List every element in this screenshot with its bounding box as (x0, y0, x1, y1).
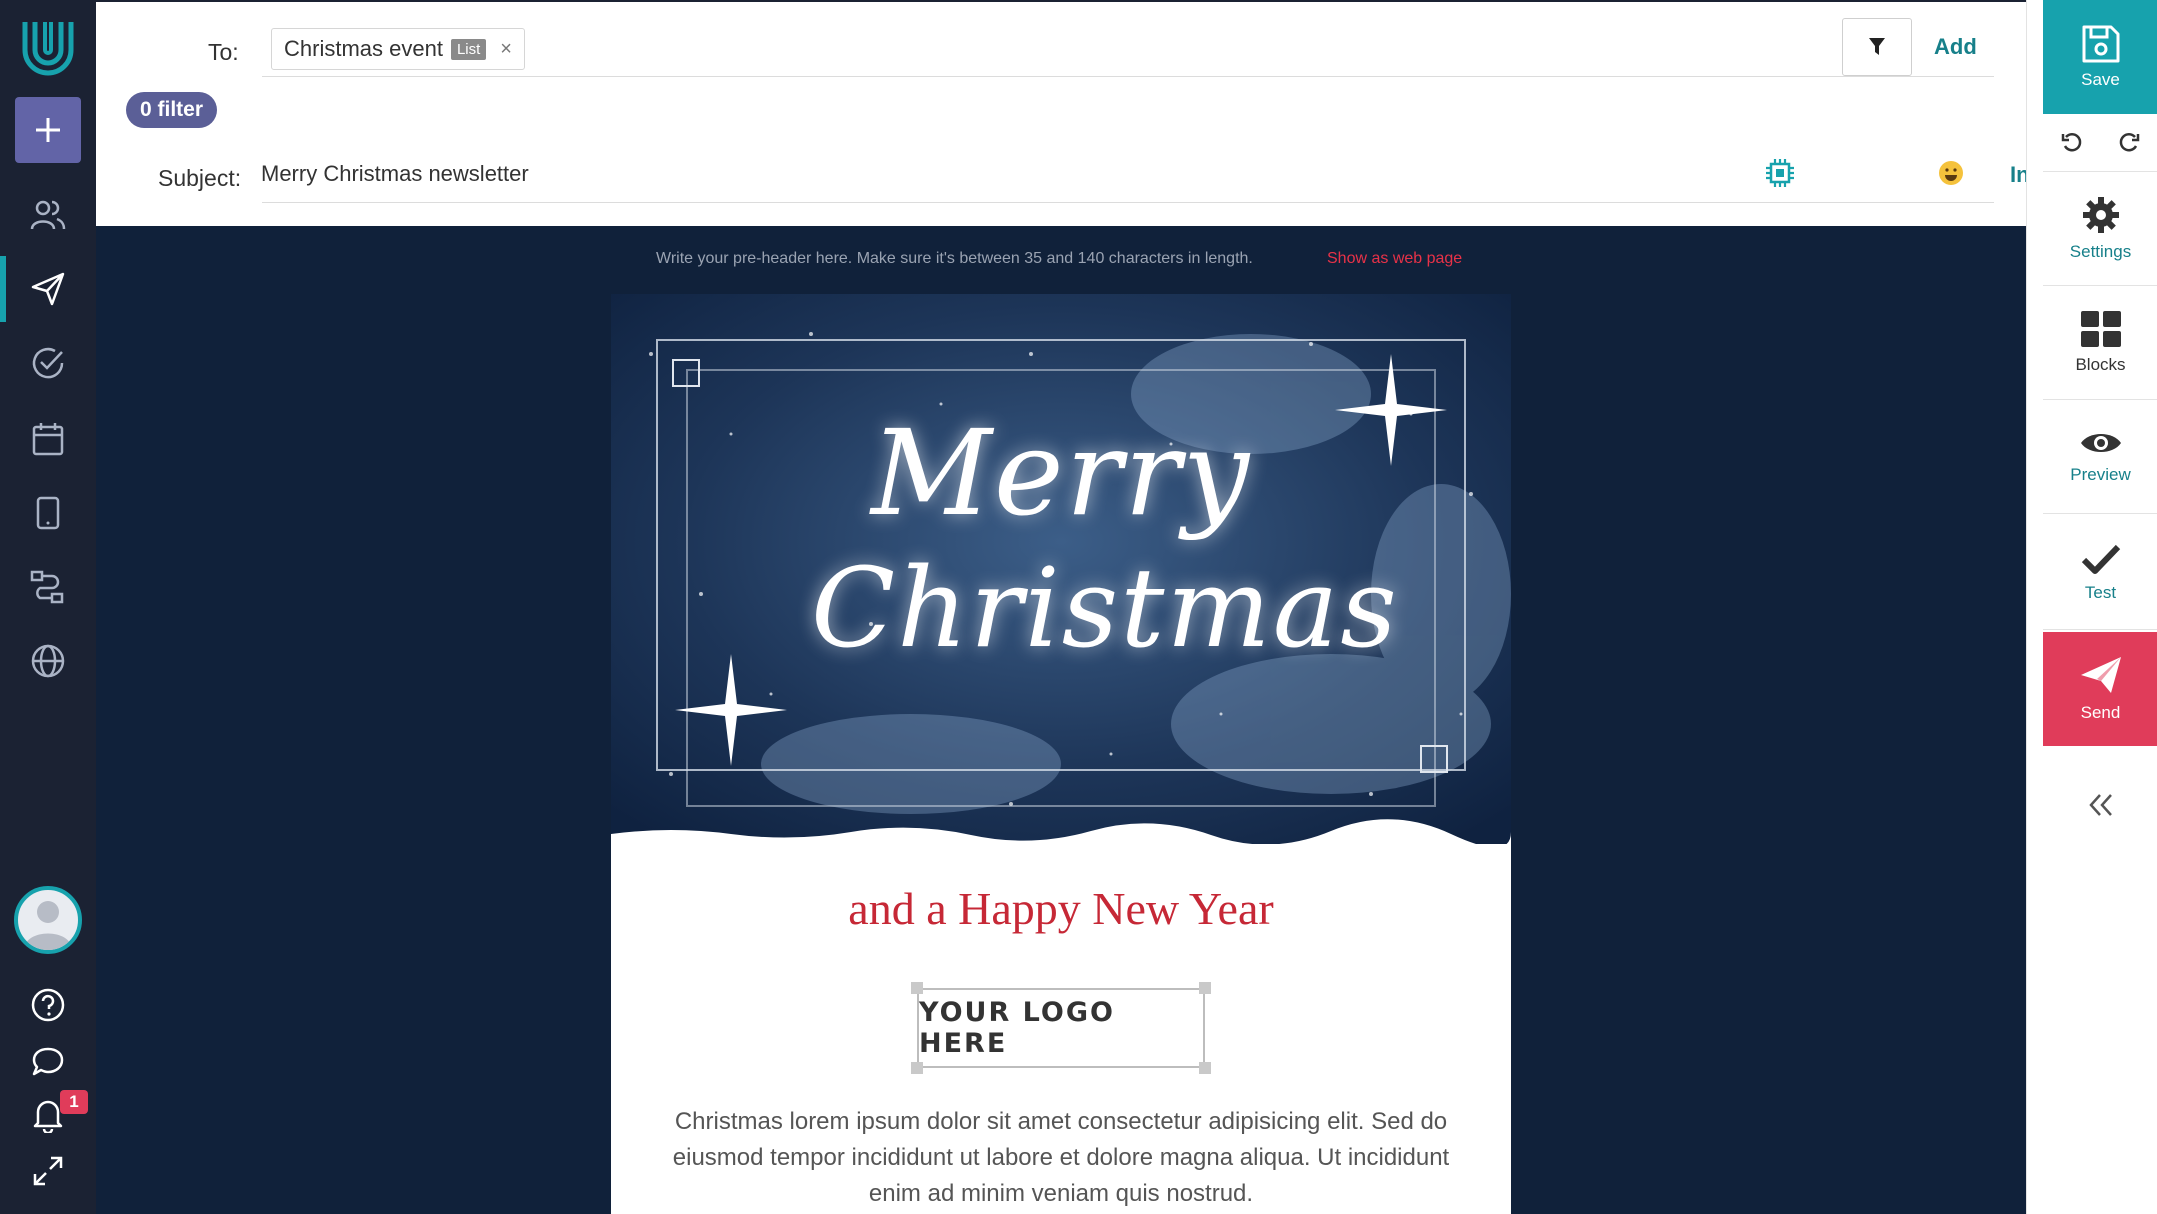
question-circle-icon (31, 988, 65, 1022)
body-paragraph[interactable]: Christmas lorem ipsum dolor sit amet con… (661, 1104, 1461, 1212)
subject-underline (262, 202, 1994, 203)
double-chevron-left-icon (2088, 794, 2112, 816)
resize-handle-top-left[interactable] (911, 982, 923, 994)
subject-label: Subject: (158, 165, 242, 191)
resize-handle-top-right[interactable] (1199, 982, 1211, 994)
emoji-icon[interactable] (1938, 160, 1964, 186)
save-label: Save (2081, 70, 2120, 89)
nav-automation[interactable] (0, 550, 96, 624)
user-avatar[interactable] (14, 886, 82, 954)
redo-icon[interactable] (2118, 132, 2140, 154)
checkmark-icon (2081, 544, 2120, 574)
expand-icon (33, 1156, 63, 1186)
test-label: Test (2084, 582, 2117, 602)
logo-placeholder[interactable]: YOUR LOGO HERE (917, 988, 1205, 1068)
recipient-type-badge: List (450, 38, 487, 60)
subject-input[interactable]: Merry Christmas newsletter (261, 161, 529, 187)
email-canvas: Write your pre-header here. Make sure it… (96, 226, 2026, 1214)
chat-bubble-icon (32, 1047, 64, 1076)
left-navigation: 1 (0, 0, 96, 1214)
preheader-text[interactable]: Write your pre-header here. Make sure it… (656, 250, 1253, 268)
recipient-underline (262, 76, 1994, 77)
paper-plane-icon (2080, 657, 2121, 693)
recipient-name: Christmas event (284, 36, 443, 61)
funnel-icon (1869, 38, 1885, 55)
nav-calendar[interactable] (0, 402, 96, 476)
workflow-icon (30, 570, 64, 604)
floppy-disk-icon (2082, 25, 2119, 63)
remove-recipient-icon[interactable]: × (500, 38, 512, 61)
globe-icon (31, 644, 65, 678)
paper-plane-icon (31, 272, 65, 306)
hero-title-merry: Merry (871, 404, 1252, 542)
blocks-label: Blocks (2075, 354, 2126, 374)
preview-button[interactable]: Preview (2043, 400, 2157, 514)
nav-contacts[interactable] (0, 178, 96, 252)
notification-badge: 1 (60, 1090, 88, 1114)
add-recipient-link[interactable]: Add (1934, 34, 1977, 60)
blocks-button[interactable]: Blocks (2043, 286, 2157, 400)
subtitle-heading[interactable]: and a Happy New Year (611, 882, 1511, 935)
settings-label: Settings (2069, 241, 2132, 261)
save-button[interactable]: Save (2043, 0, 2157, 114)
users-icon (30, 200, 66, 230)
show-as-web-page-link[interactable]: Show as web page (1327, 250, 1462, 268)
resize-handle-bottom-left[interactable] (911, 1062, 923, 1074)
email-body: Merry Christmas and a Happy New Year YOU… (611, 294, 1511, 1214)
send-label: Send (2080, 703, 2121, 722)
nav-websites[interactable] (0, 624, 96, 698)
hero-title-christmas: Christmas (811, 544, 1399, 672)
filter-count-badge[interactable]: 0 filter (126, 92, 218, 128)
filter-button[interactable] (1842, 18, 1912, 76)
resize-handle-bottom-right[interactable] (1199, 1062, 1211, 1074)
check-circle-icon (32, 347, 64, 379)
nav-campaigns[interactable] (0, 252, 96, 326)
send-button[interactable]: Send (2043, 632, 2157, 746)
editor-toolbar: Save Settings Blocks Preview Test Send (2026, 0, 2157, 1214)
user-avatar-icon (24, 901, 72, 950)
message-header: To: Christmas event List × Add 0 filter … (96, 0, 2070, 226)
plus-icon (36, 118, 60, 142)
undo-icon[interactable] (2061, 132, 2083, 154)
eye-icon (2080, 433, 2121, 452)
collapse-panel-button[interactable] (2043, 780, 2157, 830)
test-button[interactable]: Test (2043, 516, 2157, 630)
blocks-grid-icon (2080, 310, 2121, 347)
personalization-chip-icon[interactable] (1764, 157, 1796, 189)
nav-mobile[interactable] (0, 476, 96, 550)
preview-label: Preview (2070, 464, 2131, 484)
mobile-icon (36, 496, 60, 530)
calendar-icon (32, 423, 64, 456)
gear-icon (2082, 196, 2119, 233)
hero-image[interactable]: Merry Christmas (611, 294, 1511, 844)
recipient-tag[interactable]: Christmas event List × (271, 28, 525, 70)
app-logo-icon[interactable] (16, 14, 80, 80)
nav-tasks[interactable] (0, 326, 96, 400)
settings-button[interactable]: Settings (2043, 172, 2157, 286)
undo-redo-group (2043, 114, 2157, 172)
nav-fullscreen[interactable] (0, 1134, 96, 1208)
create-new-button[interactable] (15, 97, 81, 163)
to-label: To: (208, 39, 239, 65)
